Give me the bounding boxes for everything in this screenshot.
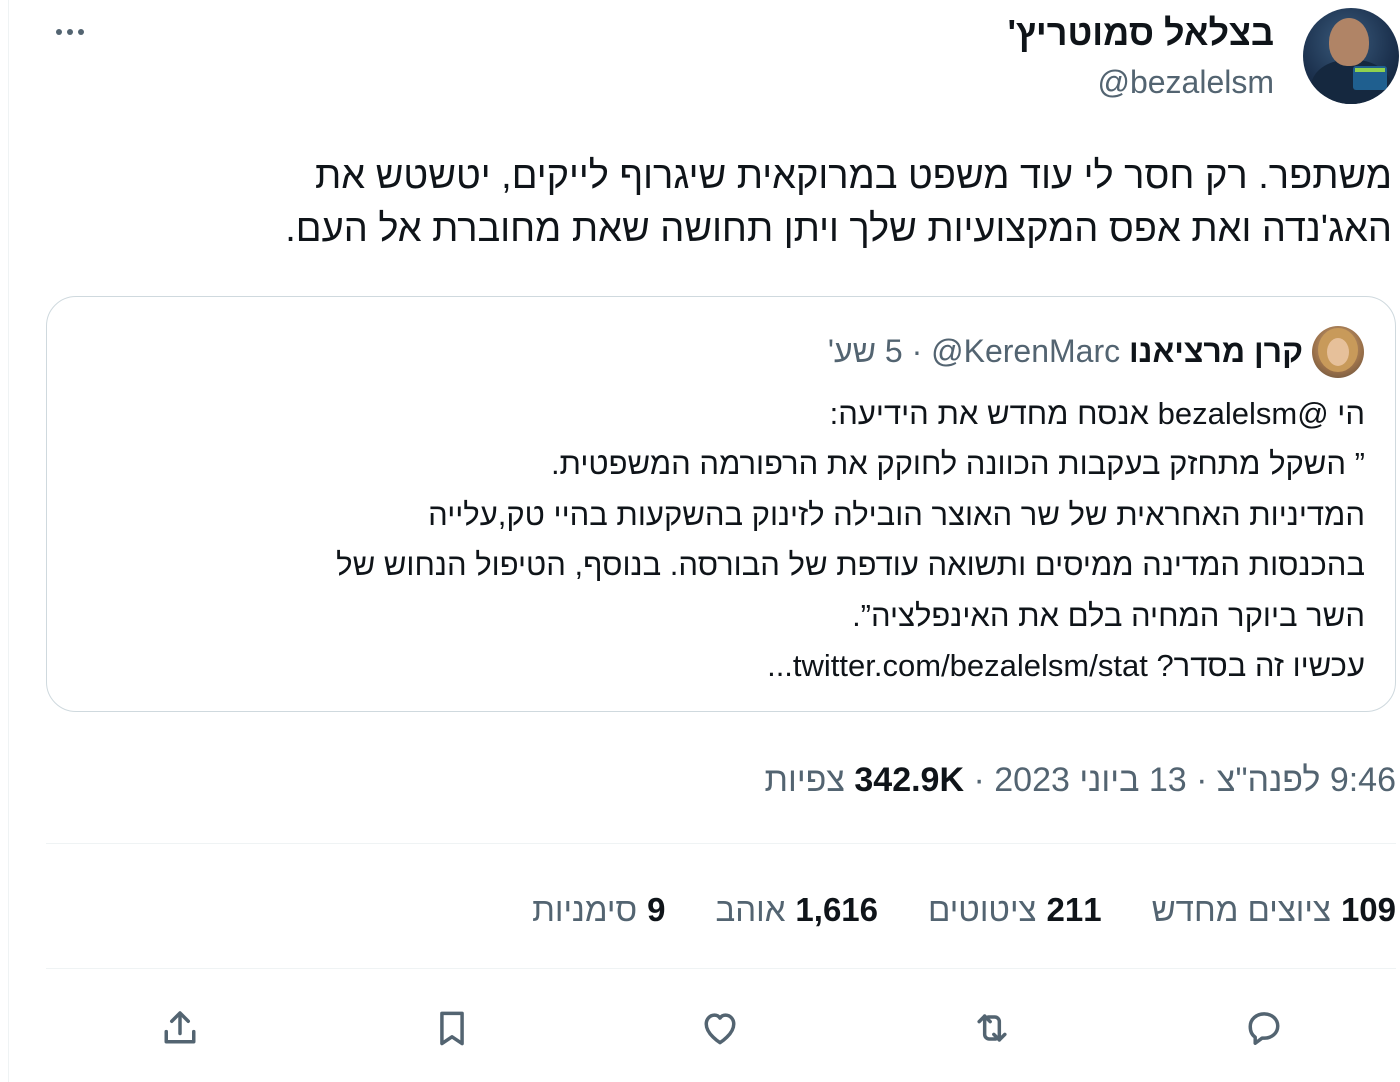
retweet-button[interactable] xyxy=(964,1000,1020,1056)
views-count: 342.9K xyxy=(854,761,965,799)
likes-count: 1,616 xyxy=(795,891,879,928)
tweet-date[interactable]: 13 ביוני 2023 xyxy=(994,761,1186,799)
bookmarks-stat[interactable]: 9סימניות xyxy=(532,888,665,932)
quoted-author-name: קרן מרציאנו xyxy=(1129,333,1303,369)
quoted-tweet-last-line: עכשיו זה בסדר? twitter.com/bezalelsm/sta… xyxy=(767,648,1365,683)
likes-label: אוהב xyxy=(715,891,786,928)
quoted-tweet-time: 5 שע' xyxy=(827,333,903,369)
author-avatar[interactable] xyxy=(1303,8,1399,104)
quoted-tweet-question: עכשיו זה בסדר? xyxy=(1147,648,1365,684)
bookmarks-count: 9 xyxy=(647,891,666,928)
quoted-author-avatar xyxy=(1312,326,1364,378)
views-label: צפיות xyxy=(764,761,845,799)
quoted-tweet-link[interactable]: twitter.com/bezalelsm/stat... xyxy=(767,648,1148,683)
quoted-separator: · xyxy=(911,333,923,369)
tweet-stats: 109ציוצים מחדש 211ציטוטים 1,616אוהב 9סימ… xyxy=(532,888,1396,932)
left-border xyxy=(8,0,9,1082)
author-display-name[interactable]: בצלאל סמוטריץ' xyxy=(1007,12,1274,54)
quoted-author-handle: @KerenMarc xyxy=(931,333,1121,369)
share-icon xyxy=(164,1011,196,1044)
quoted-tweet-text: הי @bezalelsm אנסח מחדש את הידיעה: ” השק… xyxy=(336,396,1365,633)
bookmark-button[interactable] xyxy=(424,1000,480,1056)
author-handle[interactable]: @bezalelsm xyxy=(1097,64,1274,101)
divider xyxy=(46,968,1396,969)
share-button[interactable] xyxy=(152,1000,208,1056)
reply-button[interactable] xyxy=(1236,1000,1292,1056)
quotes-stat[interactable]: 211ציטוטים xyxy=(928,888,1102,932)
avatar-badge-stripe xyxy=(1355,68,1385,72)
divider xyxy=(46,843,1396,844)
quotes-count: 211 xyxy=(1046,891,1102,928)
avatar-face-shape xyxy=(1329,18,1369,66)
retweets-stat[interactable]: 109ציוצים מחדש xyxy=(1152,888,1396,932)
quoted-tweet-body: הי @bezalelsm אנסח מחדש את הידיעה: ” השק… xyxy=(75,389,1365,691)
likes-stat[interactable]: 1,616אוהב xyxy=(715,888,878,932)
retweet-icon xyxy=(977,1014,1007,1042)
retweets-label: ציוצים מחדש xyxy=(1151,891,1331,928)
quoted-tweet-header: קרן מרציאנו @KerenMarc · 5 שע' xyxy=(828,329,1303,373)
tweet-meta: 9:46 לפנה"צ · 13 ביוני 2023 · 342.9K צפי… xyxy=(765,754,1397,806)
like-icon xyxy=(704,1013,736,1045)
quoted-tweet-card[interactable]: קרן מרציאנו @KerenMarc · 5 שע' הי @bezal… xyxy=(46,296,1396,712)
retweets-count: 109 xyxy=(1340,891,1396,928)
more-icon xyxy=(56,29,84,35)
tweet-text: משתפר. רק חסר לי עוד משפט במרוקאית שיגרו… xyxy=(285,155,1392,250)
bookmarks-label: סימניות xyxy=(532,891,638,928)
reply-icon xyxy=(1248,1012,1280,1045)
more-options-button[interactable] xyxy=(48,14,92,50)
like-button[interactable] xyxy=(692,1000,748,1056)
meta-separator: · xyxy=(973,761,985,799)
quotes-label: ציטוטים xyxy=(928,891,1037,928)
tweet-time[interactable]: 9:46 לפנה"צ xyxy=(1217,761,1396,799)
meta-separator: · xyxy=(1196,761,1208,799)
bookmark-icon xyxy=(440,1011,464,1046)
